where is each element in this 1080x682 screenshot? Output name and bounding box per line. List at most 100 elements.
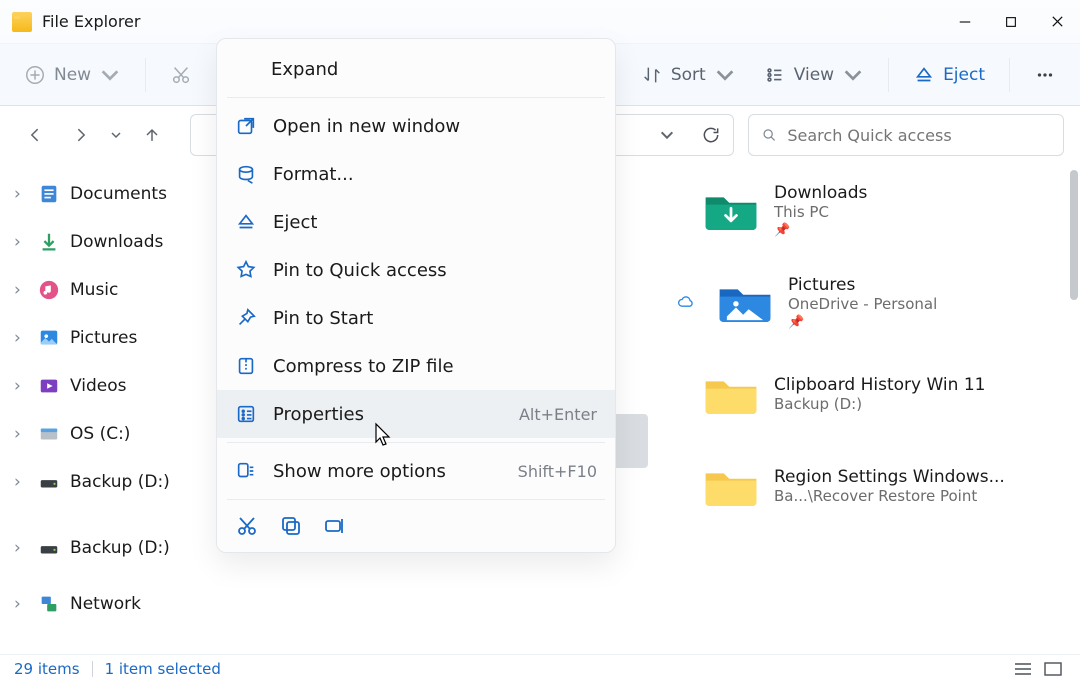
sidebar-item-documents[interactable]: › Documents bbox=[0, 170, 204, 218]
menu-label: Pin to Quick access bbox=[273, 260, 597, 281]
tile-sub: Backup (D:) bbox=[774, 395, 985, 413]
menu-label: Format... bbox=[273, 164, 597, 185]
eject-icon bbox=[235, 211, 257, 233]
back-button[interactable] bbox=[16, 115, 56, 155]
sidebar-label: Pictures bbox=[70, 328, 137, 348]
menu-action-row bbox=[217, 504, 615, 546]
menu-label: Pin to Start bbox=[273, 308, 597, 329]
drive-ext-icon bbox=[38, 471, 60, 493]
eject-label: Eject bbox=[943, 65, 985, 85]
menu-open-new-window[interactable]: Open in new window bbox=[217, 102, 615, 150]
tile-sub: OneDrive - Personal bbox=[788, 295, 937, 313]
properties-icon bbox=[235, 403, 257, 425]
pin-icon: 📌 bbox=[774, 223, 867, 238]
zip-icon bbox=[235, 355, 257, 377]
thumbnails-view-button[interactable] bbox=[1040, 658, 1066, 680]
sidebar-label: Backup (D:) bbox=[70, 538, 170, 558]
search-input[interactable] bbox=[787, 126, 1051, 145]
status-bar: 29 items 1 item selected bbox=[0, 654, 1080, 682]
pin-icon: 📌 bbox=[788, 315, 937, 330]
menu-format[interactable]: Format... bbox=[217, 150, 615, 198]
expand-icon[interactable]: › bbox=[14, 232, 28, 252]
cut-icon[interactable] bbox=[235, 514, 261, 540]
menu-compress-zip[interactable]: Compress to ZIP file bbox=[217, 342, 615, 390]
close-button[interactable] bbox=[1034, 0, 1080, 44]
sidebar-item-backup-d2[interactable]: › Backup (D:) bbox=[0, 524, 204, 572]
expand-icon[interactable]: › bbox=[14, 376, 28, 396]
maximize-button[interactable] bbox=[988, 0, 1034, 44]
sidebar-item-os-c[interactable]: › OS (C:) bbox=[0, 410, 204, 458]
menu-label: Compress to ZIP file bbox=[273, 356, 597, 377]
sidebar-label: OS (C:) bbox=[70, 424, 130, 444]
cloud-icon bbox=[676, 292, 696, 312]
new-button[interactable]: New bbox=[14, 56, 131, 94]
menu-shortcut: Alt+Enter bbox=[519, 405, 597, 424]
sidebar-item-backup-d[interactable]: › Backup (D:) bbox=[0, 458, 204, 506]
drive-icon bbox=[38, 423, 60, 445]
expand-icon[interactable]: › bbox=[14, 280, 28, 300]
tile-pictures[interactable]: Pictures OneDrive - Personal 📌 bbox=[694, 256, 1060, 348]
sidebar-item-pictures[interactable]: › Pictures bbox=[0, 314, 204, 362]
cut-button[interactable] bbox=[160, 56, 202, 94]
sidebar-item-network[interactable]: › Network bbox=[0, 580, 204, 628]
more-button[interactable] bbox=[1024, 56, 1066, 94]
menu-expand[interactable]: Expand bbox=[217, 45, 615, 93]
sidebar-label: Music bbox=[70, 280, 118, 300]
copy-icon[interactable] bbox=[279, 514, 305, 540]
expand-icon[interactable]: › bbox=[14, 594, 28, 614]
minimize-button[interactable] bbox=[942, 0, 988, 44]
tile-region-settings[interactable]: Region Settings Windows... Ba...\Recover… bbox=[694, 440, 1060, 532]
context-menu: Expand Open in new window Format... Ejec… bbox=[216, 38, 616, 553]
open-window-icon bbox=[235, 115, 257, 137]
details-view-button[interactable] bbox=[1010, 658, 1036, 680]
menu-label: Open in new window bbox=[273, 116, 597, 137]
folder-icon bbox=[702, 463, 760, 509]
menu-eject[interactable]: Eject bbox=[217, 198, 615, 246]
drive-ext-icon bbox=[38, 537, 60, 559]
window-title: File Explorer bbox=[42, 12, 140, 31]
selected-count: 1 item selected bbox=[105, 660, 221, 678]
menu-pin-quick[interactable]: Pin to Quick access bbox=[217, 246, 615, 294]
sidebar-item-downloads[interactable]: › Downloads bbox=[0, 218, 204, 266]
expand-icon[interactable]: › bbox=[14, 538, 28, 558]
sort-button[interactable]: Sort bbox=[631, 56, 746, 94]
tile-clipboard-history[interactable]: Clipboard History Win 11 Backup (D:) bbox=[694, 348, 1060, 440]
forward-button[interactable] bbox=[60, 115, 100, 155]
address-dropdown-icon[interactable] bbox=[659, 127, 677, 143]
expand-icon[interactable]: › bbox=[14, 328, 28, 348]
eject-button[interactable]: Eject bbox=[903, 56, 995, 94]
tile-name: Region Settings Windows... bbox=[774, 467, 1005, 487]
menu-pin-start[interactable]: Pin to Start bbox=[217, 294, 615, 342]
sidebar-label: Videos bbox=[70, 376, 127, 396]
tile-sub: Ba...\Recover Restore Point bbox=[774, 487, 1005, 505]
expand-icon[interactable]: › bbox=[14, 184, 28, 204]
tile-downloads[interactable]: Downloads This PC 📌 bbox=[694, 164, 1060, 256]
sidebar-item-videos[interactable]: › Videos bbox=[0, 362, 204, 410]
sidebar-label: Network bbox=[70, 594, 141, 614]
up-button[interactable] bbox=[132, 115, 172, 155]
downloads-icon bbox=[38, 231, 60, 253]
recent-button[interactable] bbox=[104, 115, 128, 155]
refresh-button[interactable] bbox=[701, 125, 721, 145]
new-label: New bbox=[54, 65, 91, 85]
search-box[interactable] bbox=[748, 114, 1064, 156]
star-icon bbox=[235, 259, 257, 281]
format-icon bbox=[235, 163, 257, 185]
menu-properties[interactable]: Properties Alt+Enter bbox=[217, 390, 615, 438]
cursor-icon bbox=[374, 422, 394, 448]
sidebar-item-music[interactable]: › Music bbox=[0, 266, 204, 314]
expand-icon[interactable]: › bbox=[14, 424, 28, 444]
sort-label: Sort bbox=[671, 65, 706, 85]
network-icon bbox=[38, 593, 60, 615]
scrollbar-thumb[interactable] bbox=[1070, 170, 1078, 300]
expand-icon[interactable]: › bbox=[14, 472, 28, 492]
menu-show-more[interactable]: Show more options Shift+F10 bbox=[217, 447, 615, 495]
documents-icon bbox=[38, 183, 60, 205]
pictures-icon bbox=[38, 327, 60, 349]
file-explorer-icon bbox=[12, 12, 32, 32]
tile-name: Pictures bbox=[788, 275, 937, 295]
pictures-folder-icon bbox=[716, 279, 774, 325]
videos-icon bbox=[38, 375, 60, 397]
rename-icon[interactable] bbox=[323, 514, 349, 540]
view-button[interactable]: View bbox=[754, 56, 874, 94]
